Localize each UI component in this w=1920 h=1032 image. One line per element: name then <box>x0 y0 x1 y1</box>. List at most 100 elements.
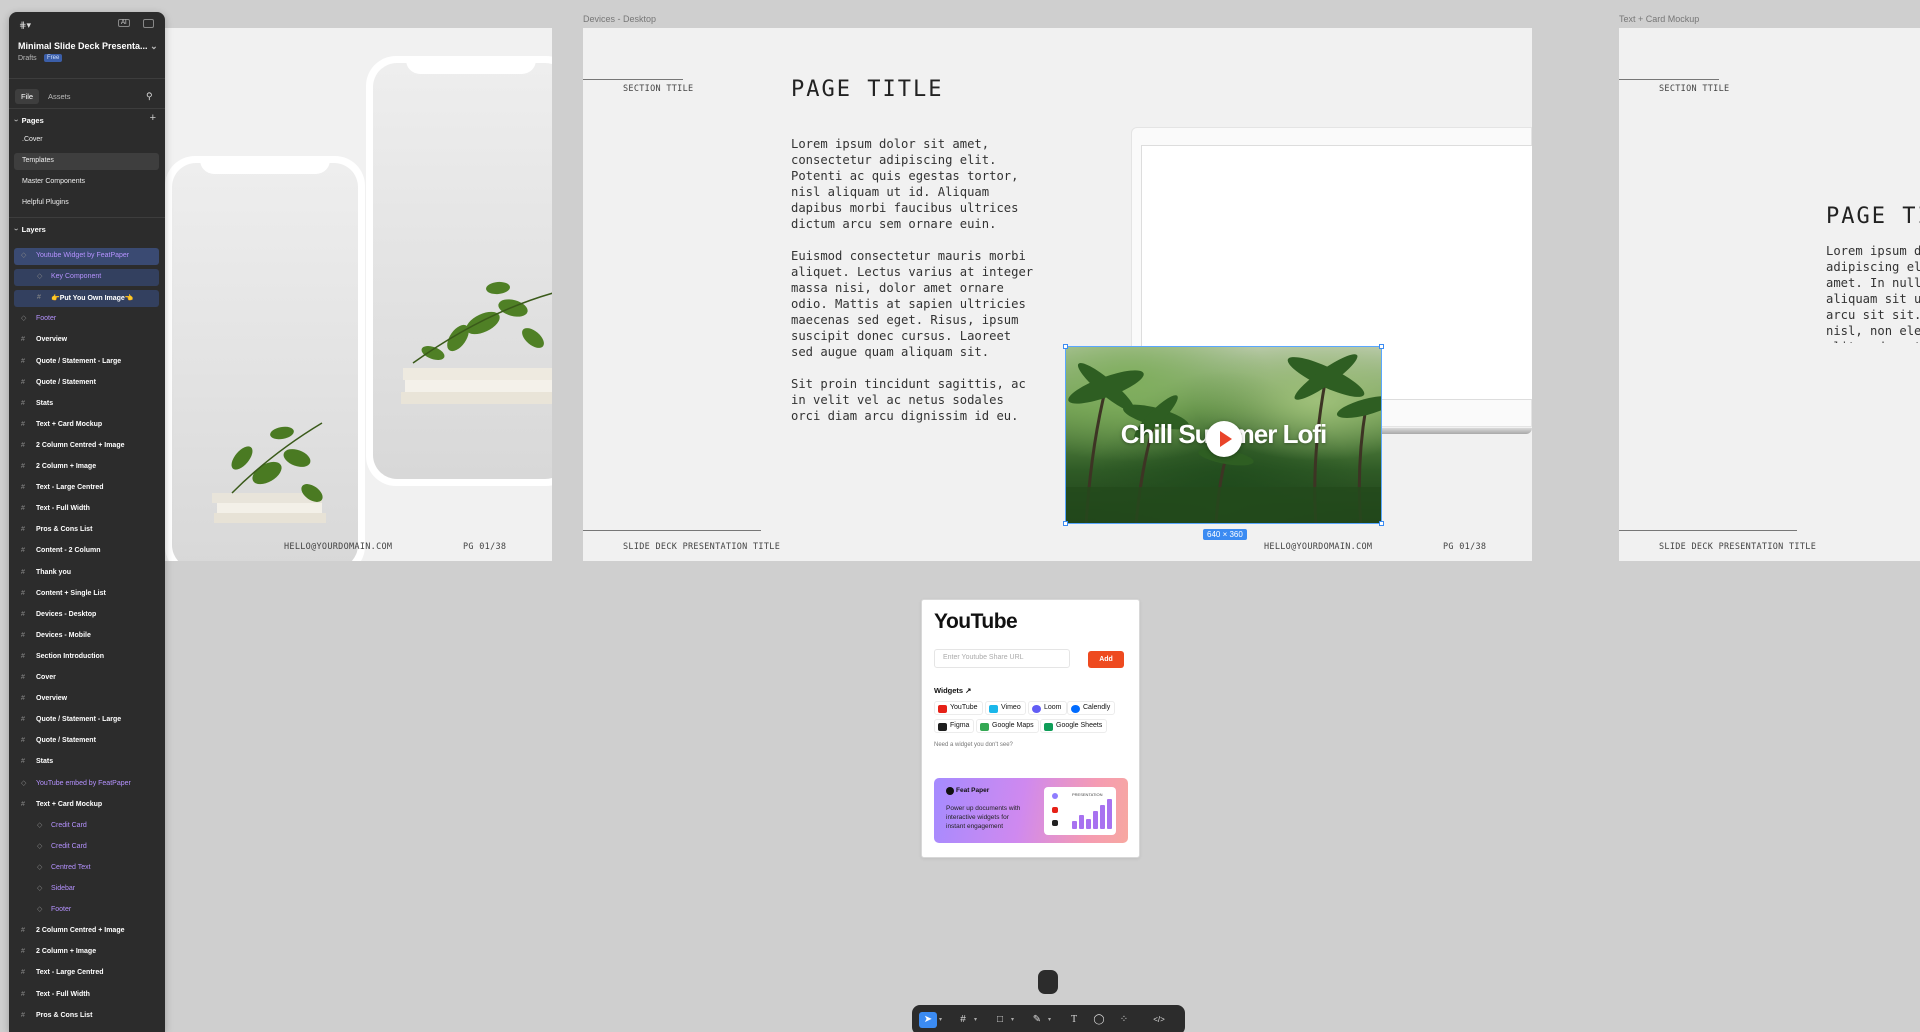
layer-item[interactable]: #2 Column + Image <box>14 944 159 961</box>
footer-divider <box>583 530 761 531</box>
layer-item[interactable]: # Thank you <box>14 565 159 582</box>
phone-screen-image <box>172 163 358 561</box>
chevron-down-icon[interactable]: ▾ <box>1048 1016 1051 1023</box>
layer-item[interactable]: #2 Column Centred + Image <box>14 923 159 940</box>
layer-item[interactable]: #2 Column Centred + Image <box>14 438 159 455</box>
slide-text-card-mockup[interactable]: SECTION TTILE PAGE TI Lorem ipsum d adip… <box>1619 28 1920 561</box>
layer-item[interactable]: # Text - Full Width <box>14 987 159 1004</box>
widget-chip-vimeo[interactable]: Vimeo <box>985 701 1026 715</box>
widget-chip-calendly[interactable]: Calendly <box>1067 701 1116 715</box>
widget-chip-youtube[interactable]: YouTube <box>934 701 983 715</box>
file-title[interactable]: Minimal Slide Deck Presenta... ⌄ <box>18 41 158 52</box>
chevron-down-icon[interactable]: ▾ <box>939 1016 942 1023</box>
layer-item[interactable]: # Stats <box>14 754 159 771</box>
layer-item[interactable]: ◇ Credit Card <box>14 818 159 835</box>
comment-tool-icon[interactable]: ◯ <box>1090 1012 1108 1028</box>
widget-chip-label: Google Maps <box>992 722 1034 729</box>
component-icon: ◇ <box>37 273 43 281</box>
frame-tool-icon[interactable]: # <box>954 1012 972 1028</box>
figma-menu-icon[interactable]: ⋕▾ <box>19 20 31 31</box>
layer-item[interactable]: # Pros & Cons List <box>14 522 159 539</box>
widget-chip-google-sheets[interactable]: Google Sheets <box>1040 719 1108 733</box>
chevron-down-icon[interactable]: ▾ <box>974 1016 977 1023</box>
layer-item[interactable]: ◇ Footer <box>14 311 159 328</box>
layer-item[interactable]: # 👉Put You Own Image👈 <box>14 290 159 308</box>
page-item-templates[interactable]: Templates <box>14 153 159 170</box>
layer-item[interactable]: # Quote / Statement - Large <box>14 354 159 371</box>
layer-item[interactable]: # Devices - Mobile <box>14 628 159 645</box>
frame-icon: # <box>21 990 25 998</box>
layer-item[interactable]: ◇ Key Component <box>14 269 159 287</box>
move-tool-icon[interactable]: ➤ <box>919 1012 937 1028</box>
layer-item[interactable]: # Content + Single List <box>14 586 159 603</box>
loom-icon <box>1052 793 1058 799</box>
chevron-down-icon[interactable]: ▾ <box>1011 1016 1014 1023</box>
panel-toggle-icon[interactable] <box>143 19 154 28</box>
play-button[interactable] <box>1205 421 1242 457</box>
resize-handle-top-left[interactable] <box>1063 344 1068 349</box>
layer-item[interactable]: # Quote / Statement <box>14 375 159 392</box>
tab-assets[interactable]: Assets <box>42 89 77 104</box>
layer-item[interactable]: # Text - Full Width <box>14 501 159 518</box>
layer-item[interactable]: # Section Introduction <box>14 649 159 666</box>
widget-chip-figma[interactable]: Figma <box>934 719 975 733</box>
widget-chip-label: Google Sheets <box>1056 722 1103 729</box>
ai-icon[interactable]: AI <box>118 19 130 27</box>
layer-item[interactable]: ◇ Youtube Widget by FeatPaper <box>14 248 159 265</box>
layers-heading[interactable]: Layers <box>15 225 46 234</box>
resize-handle-bottom-left[interactable] <box>1063 521 1068 526</box>
page-item-helpful-plugins[interactable]: Helpful Plugins <box>14 195 159 212</box>
layer-item[interactable]: # Quote / Statement <box>14 733 159 750</box>
footer-deck-title: SLIDE DECK PRESENTATION TITLE <box>1659 542 1817 552</box>
layer-item[interactable]: # Text + Card Mockup <box>14 417 159 434</box>
body-text: Lorem ipsum d adipiscing el amet. In nul… <box>1826 244 1920 343</box>
floating-toolbar-handle[interactable] <box>1038 970 1058 994</box>
pen-tool-icon[interactable]: ✎ <box>1028 1012 1046 1028</box>
layer-item[interactable]: # Quote / Statement - Large <box>14 712 159 729</box>
layer-item[interactable]: # Pros & Cons List <box>14 1008 159 1025</box>
resize-handle-top-right[interactable] <box>1379 344 1384 349</box>
pages-heading[interactable]: Pages <box>15 116 44 125</box>
layer-item[interactable]: ◇ YouTube embed by FeatPaper <box>14 776 159 793</box>
actions-icon[interactable]: ⁘ <box>1115 1012 1133 1028</box>
page-item-cover[interactable]: .Cover <box>14 132 159 149</box>
layers-sidebar[interactable]: ⋕▾ AI Minimal Slide Deck Presenta... ⌄ D… <box>9 12 165 1032</box>
bottom-toolbar[interactable]: ➤ ▾ # ▾ □ ▾ ✎ ▾ T ◯ ⁘ </> <box>912 1005 1185 1032</box>
tab-file[interactable]: File <box>15 89 40 104</box>
text-tool-icon[interactable]: T <box>1065 1012 1083 1028</box>
resize-handle-bottom-right[interactable] <box>1379 521 1384 526</box>
page-item-master-components[interactable]: Master Components <box>14 174 159 191</box>
layer-item[interactable]: # Overview <box>14 691 159 708</box>
slide-devices-desktop[interactable]: SECTION TTILE PAGE TITLE Lorem ipsum dol… <box>583 28 1532 561</box>
layer-item[interactable]: # Stats <box>14 396 159 413</box>
dev-mode-toggle-icon[interactable]: </> <box>1150 1012 1168 1028</box>
widgets-heading-link[interactable]: Widgets ↗ <box>934 686 971 695</box>
phone-screen-image <box>373 63 552 479</box>
layer-item[interactable]: ◇ Centred Text <box>14 860 159 877</box>
frame-label-text-card-mockup[interactable]: Text + Card Mockup <box>1619 14 1699 24</box>
featpaper-promo-banner[interactable]: Feat Paper Power up documents with inter… <box>934 778 1128 843</box>
request-widget-hint[interactable]: Need a widget you don't see? <box>934 742 1013 748</box>
layer-item[interactable]: ◇ Sidebar <box>14 881 159 898</box>
widget-chip-loom[interactable]: Loom <box>1028 701 1067 715</box>
layer-item[interactable]: # Cover <box>14 670 159 687</box>
shape-tool-icon[interactable]: □ <box>991 1012 1009 1028</box>
layer-item[interactable]: # Devices - Desktop <box>14 607 159 624</box>
layer-item[interactable]: ◇ Credit Card <box>14 839 159 856</box>
layer-item[interactable]: # Text + Card Mockup <box>14 797 159 814</box>
layer-item[interactable]: #2 Column + Image <box>14 459 159 476</box>
frame-label-devices-desktop[interactable]: Devices - Desktop <box>583 14 656 24</box>
youtube-widget-embed[interactable]: Chill Summer Lofi <box>1065 346 1382 524</box>
layer-item[interactable]: # Text - Large Centred <box>14 965 159 982</box>
add-page-icon[interactable]: + <box>150 112 156 124</box>
youtube-plugin-panel[interactable]: YouTube Enter Youtube Share URL Add Widg… <box>921 599 1140 858</box>
layer-item[interactable]: # Text - Large Centred <box>14 480 159 497</box>
youtube-url-input[interactable]: Enter Youtube Share URL <box>934 649 1070 668</box>
layer-item[interactable]: ◇ Footer <box>14 902 159 919</box>
add-button[interactable]: Add <box>1088 651 1124 668</box>
layer-item[interactable]: # Content - 2 Column <box>14 543 159 560</box>
widget-chip-google-maps[interactable]: Google Maps <box>976 719 1039 733</box>
layer-item[interactable]: # Overview <box>14 332 159 349</box>
search-icon[interactable]: ⚲ <box>146 91 153 102</box>
slide-devices-mobile[interactable]: HELLO@YOURDOMAIN.COM PG 01/38 <box>130 28 552 561</box>
